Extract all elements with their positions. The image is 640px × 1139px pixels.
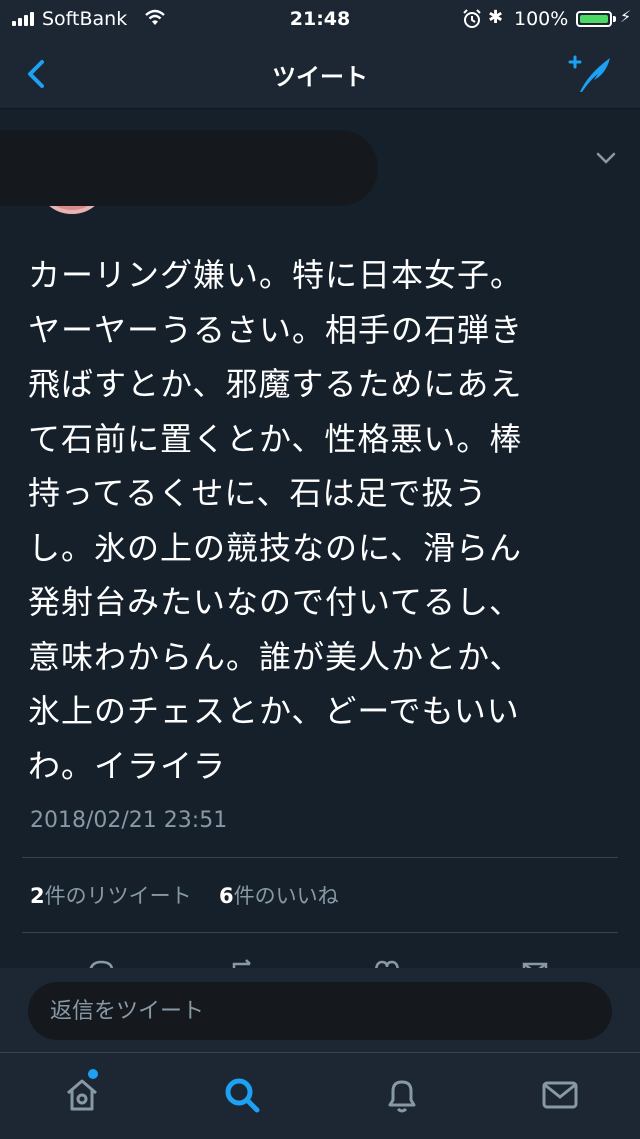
likes-link[interactable]: 6件のいいね — [219, 884, 339, 908]
like-count: 6 — [219, 884, 234, 908]
like-label: 件のいいね — [233, 884, 339, 908]
page-title: ツイート — [272, 63, 368, 91]
redacted-author-name — [0, 130, 378, 206]
battery-icon — [576, 11, 612, 27]
battery-percentage: 100% — [514, 8, 569, 30]
compose-tweet-icon[interactable] — [566, 52, 618, 96]
status-bar: SoftBank 21:48 ✱ 100% ⚡ — [0, 0, 640, 40]
divider — [22, 857, 618, 858]
tweet-text: カーリング嫌い。特に日本女子。 ヤーヤーうるさい。相手の石弾き 飛ばすとか、邪魔… — [28, 256, 524, 785]
retweet-label: 件のリツイート — [44, 884, 192, 908]
retweet-count: 2 — [30, 884, 45, 908]
tab-bar — [0, 1052, 640, 1139]
tweet-stats: 2件のリツイート 6件のいいね — [30, 880, 339, 910]
reply-input[interactable] — [28, 982, 612, 1040]
notifications-icon[interactable] — [382, 1075, 422, 1115]
battery-cap — [613, 16, 616, 22]
search-icon[interactable] — [222, 1075, 262, 1115]
divider — [22, 932, 618, 933]
reply-bar — [0, 968, 640, 1052]
bluetooth-icon: ✱ — [488, 7, 504, 28]
home-notification-dot — [88, 1069, 98, 1079]
charging-bolt-icon: ⚡ — [620, 7, 632, 26]
chevron-down-icon[interactable] — [592, 148, 620, 168]
home-icon[interactable] — [62, 1075, 102, 1115]
battery-level-fill — [580, 15, 608, 23]
retweets-link[interactable]: 2件のリツイート — [30, 884, 192, 908]
nav-bar: ツイート — [0, 40, 640, 109]
alarm-icon — [463, 9, 481, 28]
tweet-timestamp: 2018/02/21 23:51 — [30, 808, 228, 833]
messages-icon[interactable] — [540, 1075, 580, 1115]
